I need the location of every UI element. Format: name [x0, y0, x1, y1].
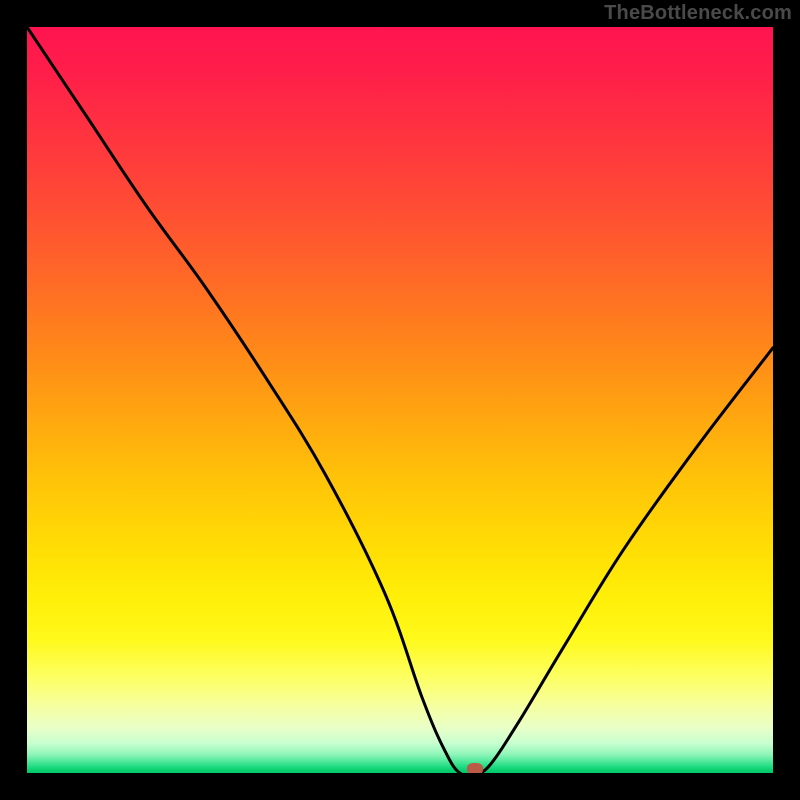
optimum-marker — [467, 763, 483, 773]
bottleneck-curve — [27, 27, 773, 773]
plot-area — [27, 27, 773, 773]
chart-frame: TheBottleneck.com — [0, 0, 800, 800]
watermark-text: TheBottleneck.com — [604, 2, 792, 25]
